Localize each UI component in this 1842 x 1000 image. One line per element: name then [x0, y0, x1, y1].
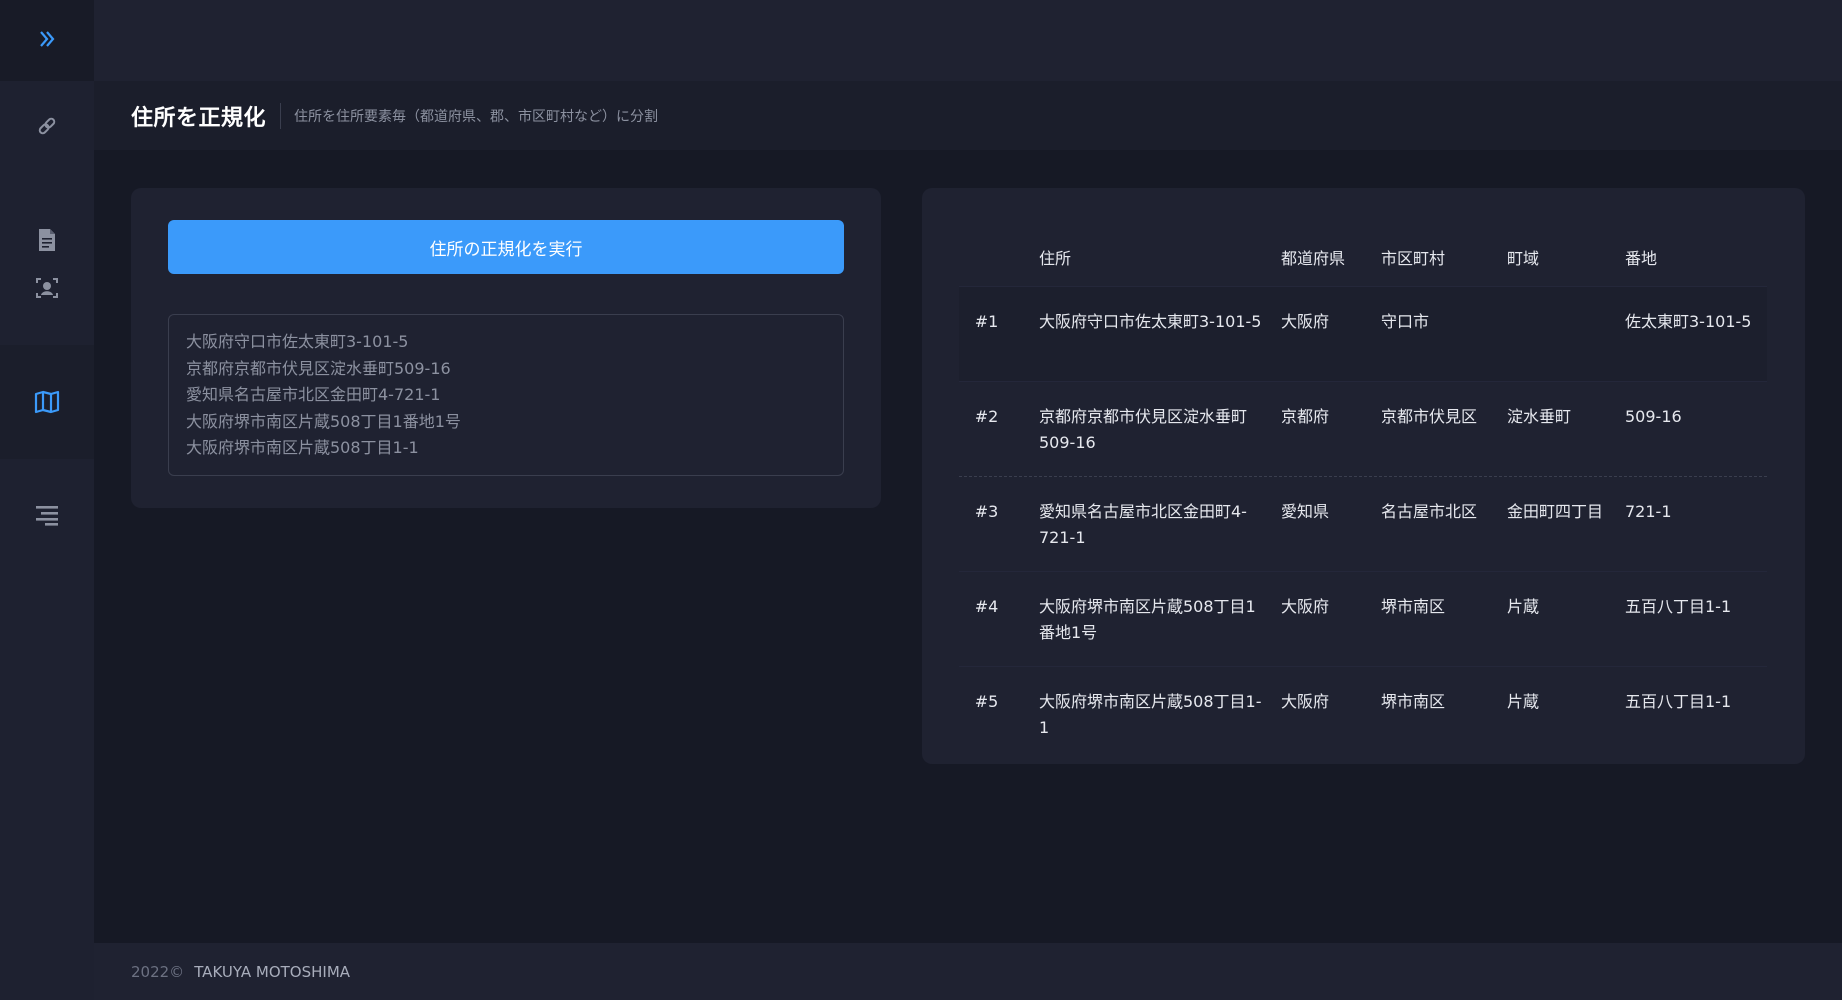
cell-prefecture: 大阪府: [1281, 312, 1330, 331]
link-icon: [35, 114, 59, 138]
sidebar-item-text-align[interactable]: [0, 491, 94, 539]
cell-town: 金田町四丁目: [1507, 502, 1604, 521]
column-header-prefecture: 都道府県: [1281, 249, 1346, 268]
sidebar-item-document[interactable]: [0, 216, 94, 264]
address-line: 大阪府堺市南区片蔵508丁目1番地1号: [186, 411, 461, 431]
address-textarea[interactable]: 大阪府守口市佐太東町3-101-5 京都府京都市伏見区淀水垂町509-16 愛知…: [168, 314, 844, 476]
footer: 2022© TAKUYA MOTOSHIMA: [94, 943, 1842, 1000]
cell-prefecture: 大阪府: [1281, 597, 1330, 616]
input-card: 住所の正規化を実行 大阪府守口市佐太東町3-101-5 京都府京都市伏見区淀水垂…: [131, 188, 881, 508]
header-divider: [280, 102, 282, 129]
cell-prefecture: 大阪府: [1281, 692, 1330, 711]
sidebar: [0, 0, 94, 1000]
cell-city: 堺市南区: [1381, 692, 1446, 711]
cell-block: 佐太東町3-101-5: [1625, 312, 1752, 331]
footer-copyright-year: 2022©: [131, 962, 185, 981]
cell-town: 片蔵: [1507, 597, 1540, 616]
cell-prefecture: 京都府: [1281, 407, 1330, 426]
address-line: 京都府京都市伏見区淀水垂町509-16: [186, 358, 451, 378]
cell-city: 堺市南区: [1381, 597, 1446, 616]
column-header-address: 住所: [1039, 249, 1072, 268]
cell-city: 守口市: [1381, 312, 1430, 331]
cell-prefecture: 愛知県: [1281, 502, 1330, 521]
cell-block: 五百八丁目1-1: [1625, 597, 1732, 616]
address-line: 愛知県名古屋市北区金田町4-721-1: [186, 385, 441, 405]
address-line: 大阪府堺市南区片蔵508丁目1-1: [186, 438, 419, 458]
row-index: #5: [974, 692, 999, 711]
cell-address: 愛知県名古屋市北区金田町4-721-1: [1039, 502, 1247, 547]
row-index: #4: [974, 597, 999, 616]
row-index: #1: [974, 312, 999, 331]
document-icon: [37, 228, 57, 252]
column-header-town: 町域: [1507, 249, 1540, 268]
page-subtitle: 住所を住所要素毎（都道府県、郡、市区町村など）に分割: [294, 108, 659, 125]
row-index: #3: [974, 502, 999, 521]
cell-city: 名古屋市北区: [1381, 502, 1478, 521]
run-normalize-button[interactable]: 住所の正規化を実行: [168, 220, 844, 274]
map-icon: [34, 390, 60, 414]
page-header: 住所を正規化 住所を住所要素毎（都道府県、郡、市区町村など）に分割: [94, 81, 1842, 150]
top-bar: [94, 0, 1842, 81]
cell-town: 片蔵: [1507, 692, 1540, 711]
face-scan-icon: [35, 276, 59, 300]
table-row: #3 愛知県名古屋市北区金田町4-721-1 愛知県 名古屋市北区 金田町四丁目…: [959, 477, 1767, 572]
column-header-city: 市区町村: [1381, 249, 1446, 268]
cell-address: 大阪府堺市南区片蔵508丁目1番地1号: [1039, 597, 1256, 642]
sidebar-item-map[interactable]: [0, 345, 94, 459]
sidebar-item-link[interactable]: [0, 102, 94, 150]
results-table: 住所 都道府県 市区町村 町域 番地 #1 大阪府守口市佐太東町3-101-5 …: [959, 232, 1767, 762]
address-line: 大阪府守口市佐太東町3-101-5: [186, 332, 409, 351]
results-card: 住所 都道府県 市区町村 町域 番地 #1 大阪府守口市佐太東町3-101-5 …: [922, 188, 1805, 764]
cell-address: 大阪府守口市佐太東町3-101-5: [1039, 312, 1262, 331]
cell-town: 淀水垂町: [1507, 407, 1572, 426]
table-row: #2 京都府京都市伏見区淀水垂町509-16 京都府 京都市伏見区 淀水垂町 5…: [959, 382, 1767, 477]
page-title: 住所を正規化: [131, 105, 267, 131]
row-index: #2: [974, 407, 999, 426]
sidebar-toggle-button[interactable]: [0, 0, 94, 81]
table-row: #4 大阪府堺市南区片蔵508丁目1番地1号 大阪府 堺市南区 片蔵 五百八丁目…: [959, 572, 1767, 667]
cell-city: 京都市伏見区: [1381, 407, 1478, 426]
table-row: #5 大阪府堺市南区片蔵508丁目1-1 大阪府 堺市南区 片蔵 五百八丁目1-…: [959, 667, 1767, 762]
table-header: 住所 都道府県 市区町村 町域 番地: [959, 232, 1767, 287]
footer-author: TAKUYA MOTOSHIMA: [194, 962, 351, 981]
table-row: #1 大阪府守口市佐太東町3-101-5 大阪府 守口市 佐太東町3-101-5: [959, 287, 1767, 382]
cell-block: 五百八丁目1-1: [1625, 692, 1732, 711]
cell-block: 721-1: [1625, 502, 1672, 521]
cell-block: 509-16: [1625, 407, 1682, 426]
column-header-block: 番地: [1625, 249, 1658, 268]
sidebar-item-face-scan[interactable]: [0, 264, 94, 312]
text-align-icon: [35, 504, 59, 526]
double-chevron-right-icon: [37, 29, 57, 53]
cell-address: 大阪府堺市南区片蔵508丁目1-1: [1039, 692, 1262, 737]
cell-address: 京都府京都市伏見区淀水垂町509-16: [1039, 407, 1248, 452]
